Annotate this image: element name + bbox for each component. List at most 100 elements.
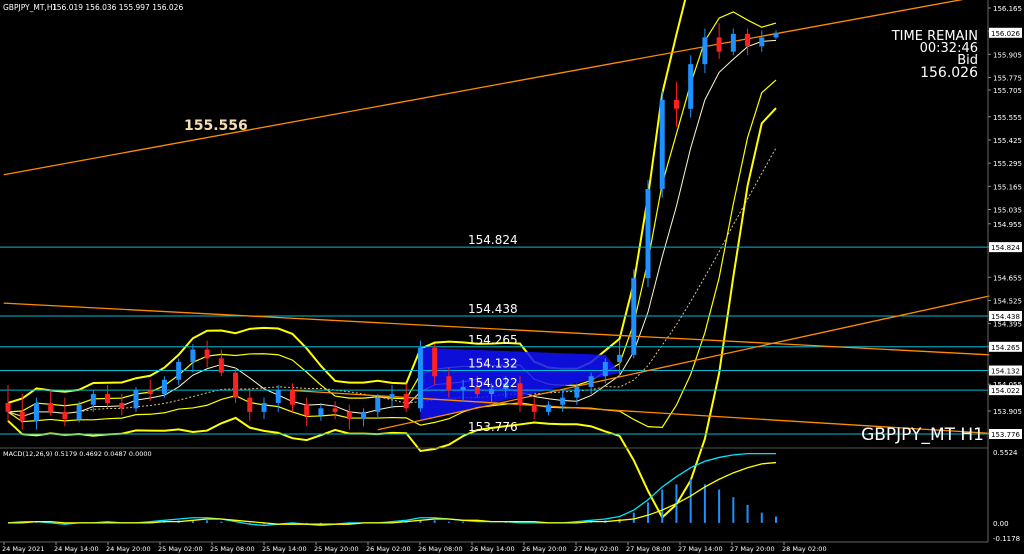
candle-body [745,33,751,47]
time-tick-label: 26 May 08:00 [418,545,463,553]
time-tick-label: 24 May 14:00 [54,545,99,553]
candle-body [247,397,253,412]
time-tick-label: 26 May 14:00 [470,545,515,553]
price-tick-label: 155.035 [993,206,1022,214]
candle-body [716,37,722,52]
macd-label: MACD(12,26,9) 0.5179 0.4692 0.0487 0.000… [3,450,152,458]
candle-body [673,99,679,109]
level-label-155556: 155.556 [184,118,248,134]
candle-body [119,402,125,409]
candle-body [161,379,167,395]
price-tick-label: 154.955 [993,221,1022,229]
candle-body [375,397,381,412]
candle-body [332,408,338,412]
candle-body [304,404,310,416]
price-tick-label: 153.905 [993,408,1022,416]
bid-value: 156.026 [920,65,978,81]
chart-canvas[interactable]: 154.824 154.438 154.265 154.132 154.022 153.7… [0,0,1024,554]
candle-body [631,278,637,355]
price-tick-label: 155.425 [993,137,1022,145]
candle-body [275,390,281,403]
horizontal-level-label: 153.776 [468,420,518,434]
candle-body [688,64,694,109]
price-tag-label: 154.824 [991,244,1020,252]
candle-body [645,188,651,279]
horizontal-level-label: 154.132 [468,357,518,371]
time-tick-label: 25 May 14:00 [262,545,307,553]
horizontal-level-label: 154.022 [468,376,518,390]
horizontal-level-label: 154.265 [468,333,518,347]
time-tick-label: 24 May 2021 [2,545,44,553]
time-tick-label: 28 May 02:00 [782,545,827,553]
time-tick-label: 27 May 20:00 [730,545,775,553]
time-tick-label: 25 May 20:00 [314,545,359,553]
price-tag-label: 154.265 [991,344,1020,352]
candle-body [76,404,82,420]
candle-body [602,361,608,377]
candle-body [432,347,438,377]
macd-axis-label: 0.00 [993,520,1009,528]
candle-body [90,394,96,405]
candle-body [33,402,39,421]
candle-body [773,32,779,38]
time-tick-label: 25 May 02:00 [158,545,203,553]
price-tick-label: 155.775 [993,75,1022,83]
symbol-info: GBPJPY_MT,H1 [3,3,57,12]
macd-axis-label: 0.5524 [993,449,1018,457]
candle-body [545,404,551,412]
price-tag-label: 154.132 [991,368,1020,376]
candle-body [588,376,594,387]
candle-body [517,383,523,405]
horizontal-level-label: 154.438 [468,302,518,316]
candle-body [730,33,736,52]
price-tag-label: 154.022 [991,387,1020,395]
price-tick-label: 156.165 [993,5,1022,13]
candle-body [261,402,267,412]
time-tick-label: 27 May 08:00 [626,545,671,553]
candle-body [460,386,466,391]
chart-watermark: GBPJPY_MT H1 [861,425,984,445]
candle-body [5,402,11,412]
price-tick-label: 155.165 [993,183,1022,191]
candle-body [218,358,224,373]
candle-body [318,408,324,416]
candle-body [759,37,765,47]
candle-body [176,361,182,380]
candle-body [346,411,352,420]
price-tag-label: 156.026 [991,30,1020,38]
candle-body [19,411,25,421]
candle-body [48,402,54,412]
candle-body [702,37,708,65]
candle-body [204,349,210,359]
horizontal-level-label: 154.824 [468,233,518,247]
chart-background [0,0,1024,554]
time-tick-label: 26 May 20:00 [522,545,567,553]
candle-body [403,394,409,409]
price-tag-label: 154.438 [991,313,1020,321]
candle-body [659,99,665,189]
candle-body [233,372,239,398]
price-tick-label: 154.395 [993,321,1022,329]
price-tick-label: 155.905 [993,51,1022,59]
price-tick-label: 154.655 [993,274,1022,282]
candle-body [62,411,68,420]
candle-body [417,347,423,409]
candle-body [361,411,367,420]
price-tag-label: 153.776 [991,431,1020,439]
candle-body [147,390,153,395]
macd-axis-label: -0.1178 [993,535,1020,543]
candle-body [531,404,537,412]
candle-body [105,394,111,403]
candle-body [560,397,566,405]
candle-body [617,354,623,362]
time-tick-label: 27 May 14:00 [678,545,723,553]
time-tick-label: 27 May 02:00 [574,545,619,553]
candle-body [574,386,580,398]
price-tick-label: 155.555 [993,114,1022,122]
price-tick-label: 155.705 [993,87,1022,95]
ohlc-values: 156.019 156.036 155.997 156.026 [52,3,183,12]
candle-body [133,390,139,409]
price-tick-label: 155.295 [993,160,1022,168]
candle-body [389,394,395,398]
price-tick-label: 154.525 [993,297,1022,305]
